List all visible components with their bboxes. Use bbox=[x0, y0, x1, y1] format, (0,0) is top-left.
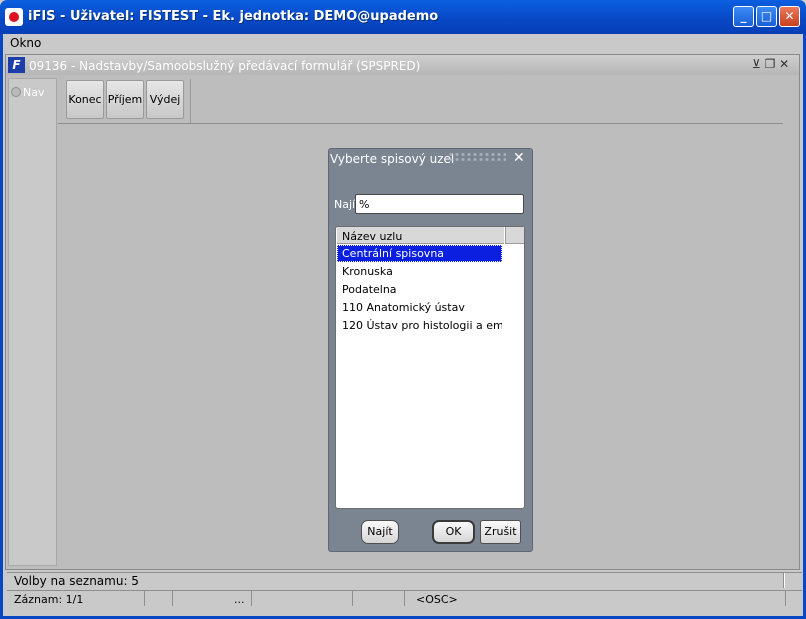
maximize-button[interactable]: □ bbox=[756, 6, 777, 27]
find-button[interactable]: Najít bbox=[361, 520, 399, 544]
dialog-close-icon[interactable]: ✕ bbox=[513, 150, 525, 166]
list-item[interactable]: 120 Ústav pro histologii a emb... bbox=[337, 317, 502, 334]
toolbar-separator bbox=[190, 79, 191, 123]
status-divider bbox=[352, 591, 353, 606]
list-item[interactable]: Podatelna bbox=[337, 281, 502, 298]
vydej-button[interactable]: Výdej bbox=[146, 80, 184, 119]
status-divider bbox=[251, 591, 252, 606]
message-bar-end bbox=[783, 573, 785, 588]
window-title: iFIS - Uživatel: FISTEST - Ek. jednotka:… bbox=[28, 9, 439, 24]
list-item[interactable]: Centrální spisovna bbox=[337, 245, 502, 262]
status-divider bbox=[785, 591, 786, 606]
form-window-controls[interactable]: ⊻ ❐ ✕ bbox=[752, 57, 789, 71]
ok-button[interactable]: OK bbox=[432, 520, 475, 544]
message-text: Volby na seznamu: 5 bbox=[14, 574, 139, 588]
column-header-filler bbox=[505, 227, 524, 244]
find-input[interactable] bbox=[355, 194, 524, 214]
menu-bar bbox=[3, 34, 803, 52]
form-title: 09136 - Nadstavby/Samoobslužný předávací… bbox=[29, 59, 421, 73]
konec-button[interactable]: Konec bbox=[66, 80, 104, 119]
column-header-label: Název uzlu bbox=[342, 230, 403, 243]
status-ellipsis: ... bbox=[234, 593, 245, 606]
nav-radio[interactable] bbox=[11, 87, 21, 97]
minimize-button[interactable]: _ bbox=[733, 6, 754, 27]
dialog-drag-grip[interactable] bbox=[448, 152, 506, 162]
nav-pane bbox=[8, 78, 57, 566]
prijem-button[interactable]: Příjem bbox=[106, 80, 144, 119]
toolbar-divider bbox=[58, 123, 783, 124]
nav-label: Nav bbox=[23, 86, 45, 99]
form-icon: F bbox=[8, 57, 25, 73]
cancel-button[interactable]: Zrušit bbox=[480, 520, 521, 544]
app-icon bbox=[5, 8, 23, 26]
dialog-title: Vyberte spisový uzel bbox=[330, 152, 455, 166]
close-button[interactable]: ✕ bbox=[779, 6, 800, 27]
list-item[interactable]: 110 Anatomický ústav bbox=[337, 299, 502, 316]
status-divider bbox=[404, 591, 405, 606]
status-divider bbox=[144, 591, 145, 606]
record-indicator: Záznam: 1/1 bbox=[14, 593, 84, 606]
list-item[interactable]: Kronuska bbox=[337, 263, 502, 280]
mode-indicator: <OSC> bbox=[416, 593, 458, 606]
menu-okno[interactable]: Okno bbox=[10, 36, 41, 50]
status-divider bbox=[172, 591, 173, 606]
